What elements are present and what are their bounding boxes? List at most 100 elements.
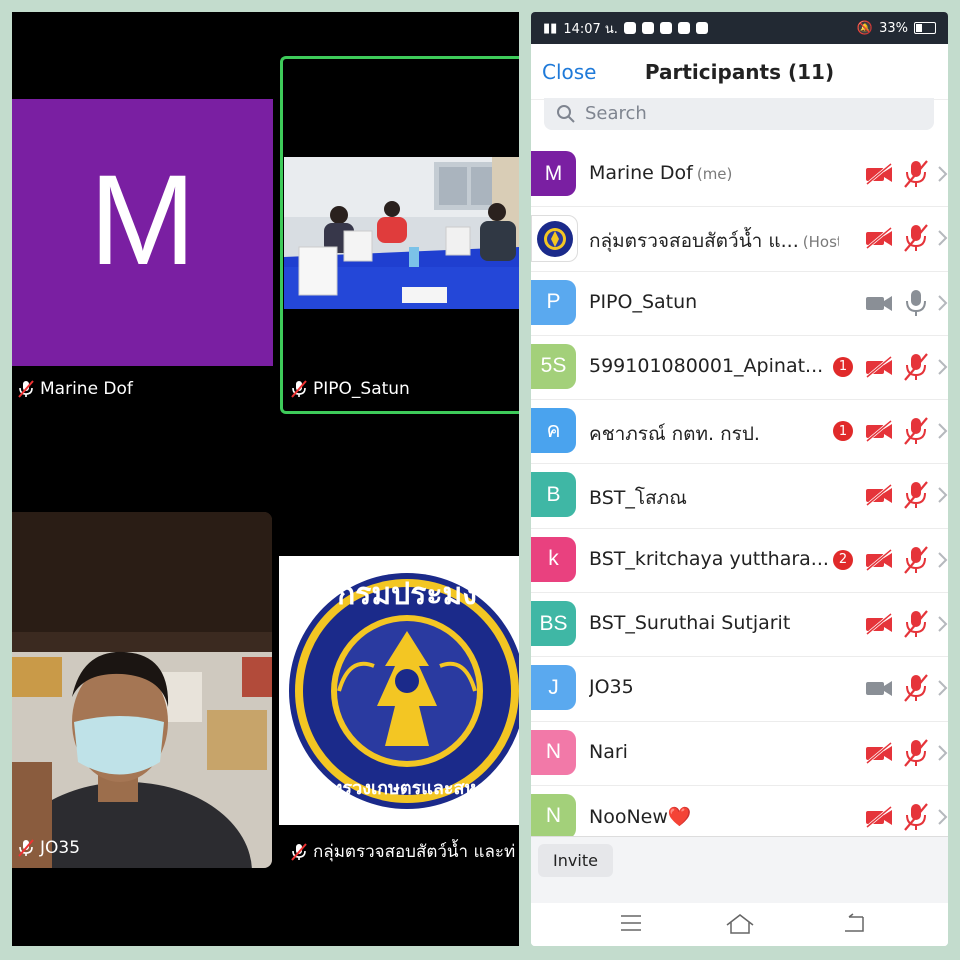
avatar: N [531,793,576,839]
tile-label-marine: Marine Dof [16,379,133,399]
video-tile-marine-dof[interactable]: M [12,99,273,366]
participant-row[interactable]: P PIPO_Satun [531,272,948,336]
video-gallery: M Marine Dof PIPO_Satun JO35 กรมประมง กร… [12,12,519,946]
participant-row[interactable]: N Nari [531,722,948,786]
participant-name: NooNew❤️ [589,805,692,828]
video-on-icon[interactable] [865,677,893,699]
participant-name: JO35 [40,838,81,858]
chevron-right-icon[interactable] [937,679,948,697]
video-off-icon[interactable] [865,548,893,571]
notification-icon [641,22,654,34]
video-off-icon[interactable] [865,484,893,507]
participant-row[interactable]: ค คชาภรณ์ กตท. กรป. 1 [531,400,948,465]
participant-row[interactable]: B BST_โสภณ [531,464,948,529]
mic-muted-icon [291,842,307,861]
participant-row[interactable]: กลุ่มตรวจสอบสัตว์น้ำ แ...(Host) [531,207,948,272]
line-app-icon [623,22,636,34]
participant-name: กลุ่มตรวจสอบสัตว์น้ำ และท่ [313,842,516,862]
chevron-right-icon[interactable] [937,422,948,440]
avatar [531,215,578,263]
video-on-icon[interactable] [865,292,893,314]
unread-chat-badge: 1 [833,421,853,442]
participant-row[interactable]: M Marine Dof (me) [531,143,948,208]
mic-off-icon[interactable] [903,480,929,510]
avatar: ค [531,408,576,454]
participant-name: BST_kritchaya yutthara... [589,547,829,570]
video-off-icon[interactable] [865,227,893,250]
participant-name: JO35 [589,676,634,699]
search-input[interactable]: Search [544,98,934,130]
mic-off-icon[interactable] [903,673,929,703]
chevron-right-icon[interactable] [937,808,948,826]
participant-role-tag: (Host) [802,233,839,252]
participant-row[interactable]: 5S 599101080001_Apinat... 1 [531,336,948,401]
mic-off-icon[interactable] [903,352,929,382]
chevron-right-icon[interactable] [937,229,948,247]
unread-chat-badge: 2 [833,549,853,570]
chevron-right-icon[interactable] [937,294,948,312]
chevron-right-icon[interactable] [937,358,948,376]
participant-name: PIPO_Satun [589,290,698,313]
mic-muted-icon [18,380,34,398]
avatar: N [531,729,576,775]
tile-label-pipo: PIPO_Satun [289,379,410,399]
mic-on-icon[interactable] [903,288,929,318]
chevron-right-icon[interactable] [937,551,948,569]
chevron-right-icon[interactable] [937,615,948,633]
avatar-letter: M [89,149,196,292]
avatar: P [531,279,576,325]
tile-label-jo35: JO35 [16,838,80,858]
chevron-right-icon[interactable] [937,486,948,504]
mic-off-icon[interactable] [903,609,929,639]
video-tile-pipo-satun[interactable] [284,157,519,309]
mic-off-icon[interactable] [903,416,929,446]
avatar: M [531,151,576,196]
participant-row[interactable]: J JO35 [531,657,948,722]
video-off-icon[interactable] [865,741,893,764]
participant-name: กลุ่มตรวจสอบสัตว์น้ำ แ...(Host) [589,226,839,256]
participant-name: BST_Suruthai Sutjarit [589,612,791,635]
avatar: J [531,665,576,711]
search-icon [557,105,575,123]
back-icon[interactable] [843,913,865,933]
participant-name: คชาภรณ์ กตท. กรป. [589,423,760,446]
chevron-right-icon[interactable] [937,744,948,762]
video-off-icon[interactable] [865,355,893,378]
menu-icon[interactable] [620,913,642,933]
youtube-icon [659,22,672,34]
video-off-icon[interactable] [865,420,893,443]
chevron-right-icon[interactable] [937,165,948,183]
mic-muted-icon [291,380,307,398]
signal-icon: ▮▮ [543,20,558,36]
video-off-icon[interactable] [865,805,893,828]
home-icon[interactable] [725,913,755,935]
status-bar: ▮▮ 14:07 น. 🔕 33% [531,12,948,44]
mic-off-icon[interactable] [903,802,929,832]
search-placeholder: Search [585,103,647,124]
battery-percent: 33% [879,20,908,36]
bottom-bar: Invite [531,836,948,946]
video-tile-fisheries-logo[interactable]: กรมประมง กระทรวงเกษตรและสหกรณ์ [279,556,519,825]
mic-off-icon[interactable] [903,738,929,768]
video-tile-jo35[interactable] [12,512,272,868]
unread-chat-badge: 1 [833,356,853,377]
mic-off-icon[interactable] [903,545,929,575]
mic-off-icon[interactable] [903,159,929,189]
avatar: B [531,472,576,518]
participant-row[interactable]: k BST_kritchaya yutthara... 2 [531,529,948,594]
participants-header: Close Participants (11) [531,44,948,100]
invite-button[interactable]: Invite [538,844,613,877]
mic-muted-icon [18,839,34,857]
battery-icon [914,22,936,34]
android-nav-bar [531,903,948,946]
video-off-icon[interactable] [865,613,893,636]
fisheries-seal-icon [536,220,573,257]
video-off-icon[interactable] [865,163,893,185]
seal-top-text: กรมประมง [337,577,477,612]
mic-off-icon[interactable] [903,223,929,253]
participant-row[interactable]: BS BST_Suruthai Sutjarit [531,593,948,658]
participant-name: Nari [589,740,628,763]
meeting-room-video [284,157,519,309]
page-title: Participants (11) [644,60,835,84]
participant-role-tag: (me) [696,165,733,183]
